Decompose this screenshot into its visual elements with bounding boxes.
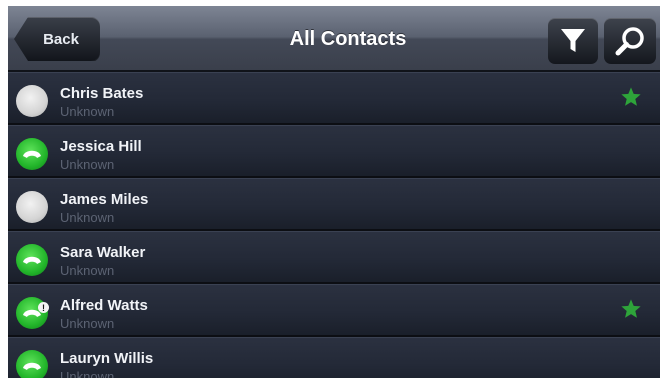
contacts-screen: Back All Contacts Chris Bates Unknown Je… bbox=[8, 6, 660, 378]
contact-row[interactable]: Sara Walker Unknown bbox=[8, 231, 660, 284]
presence-icon bbox=[16, 138, 48, 170]
presence-icon bbox=[16, 85, 48, 117]
presence-icon: ! bbox=[16, 297, 49, 329]
back-button[interactable]: Back bbox=[14, 17, 100, 61]
contact-row[interactable]: Chris Bates Unknown bbox=[8, 72, 660, 125]
page-title: All Contacts bbox=[289, 27, 407, 50]
favorite-star-icon[interactable] bbox=[620, 86, 642, 108]
presence-icon bbox=[16, 244, 48, 276]
contact-row[interactable]: Lauryn Willis Unknown bbox=[8, 337, 660, 378]
phone-icon bbox=[23, 150, 41, 158]
contact-list: Chris Bates Unknown Jessica Hill Unknown… bbox=[8, 72, 660, 378]
presence-icon bbox=[16, 350, 48, 378]
presence-icon bbox=[16, 191, 48, 223]
contact-row[interactable]: ! Alfred Watts Unknown bbox=[8, 284, 660, 337]
contact-name: Alfred Watts bbox=[60, 297, 148, 314]
contact-status: Unknown bbox=[60, 369, 115, 378]
contact-row[interactable]: James Miles Unknown bbox=[8, 178, 660, 231]
top-bar: Back All Contacts bbox=[8, 6, 660, 72]
contact-name: Chris Bates bbox=[60, 85, 144, 102]
contact-status: Unknown bbox=[60, 263, 115, 278]
contact-name: Sara Walker bbox=[60, 244, 146, 261]
favorite-star-icon[interactable] bbox=[620, 298, 642, 320]
filter-button[interactable] bbox=[548, 18, 598, 64]
search-button[interactable] bbox=[604, 18, 656, 64]
alert-badge: ! bbox=[38, 302, 49, 313]
phone-icon bbox=[23, 256, 41, 264]
contact-row[interactable]: Jessica Hill Unknown bbox=[8, 125, 660, 178]
contact-name: James Miles bbox=[60, 191, 149, 208]
phone-icon bbox=[23, 362, 41, 370]
contact-status: Unknown bbox=[60, 316, 115, 331]
back-button-label: Back bbox=[43, 30, 79, 48]
contact-name: Lauryn Willis bbox=[60, 350, 154, 367]
filter-icon bbox=[561, 29, 585, 52]
search-icon bbox=[615, 27, 644, 56]
contact-name: Jessica Hill bbox=[60, 138, 142, 155]
contact-status: Unknown bbox=[60, 104, 115, 119]
contact-status: Unknown bbox=[60, 210, 115, 225]
contact-status: Unknown bbox=[60, 157, 115, 172]
